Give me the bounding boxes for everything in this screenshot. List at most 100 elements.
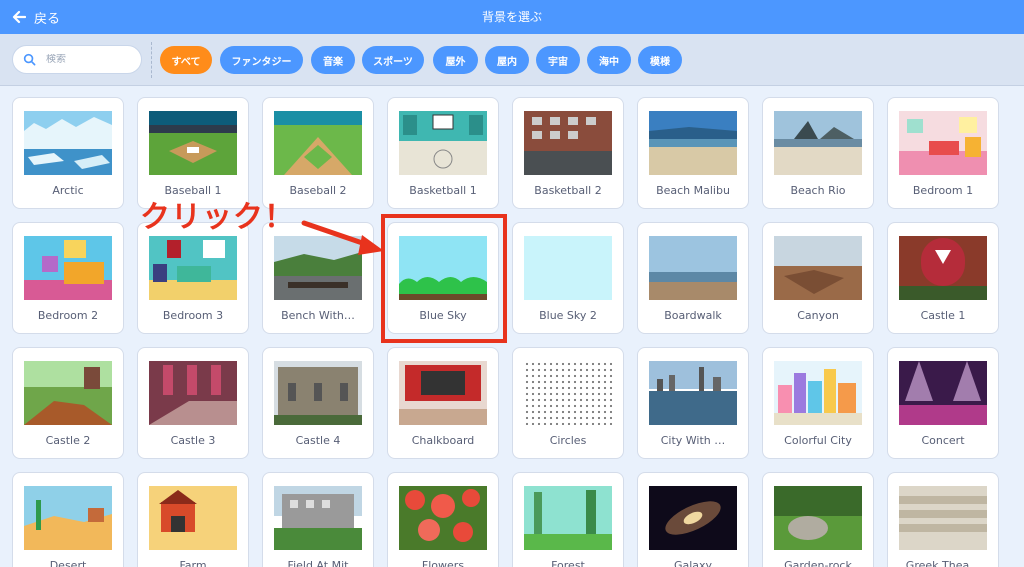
search-input[interactable] bbox=[46, 54, 136, 65]
backdrop-name: Canyon bbox=[797, 309, 839, 322]
backdrop-name: Bedroom 2 bbox=[37, 309, 99, 322]
backdrop-castle-1[interactable]: Castle 1 bbox=[887, 222, 999, 334]
backdrop-name: Circles bbox=[549, 434, 587, 447]
backdrop-name: Garden-rock bbox=[784, 559, 852, 567]
backdrop-circles[interactable]: Circles bbox=[512, 347, 624, 459]
backdrop-name: Castle 3 bbox=[170, 434, 216, 447]
tag-indoors[interactable]: 屋内 bbox=[485, 46, 529, 74]
backdrop-forest[interactable]: Forest bbox=[512, 472, 624, 567]
backdrop-canyon[interactable]: Canyon bbox=[762, 222, 874, 334]
backdrop-thumbnail bbox=[399, 236, 487, 300]
backdrop-name: Castle 2 bbox=[45, 434, 91, 447]
backdrop-name: Forest bbox=[551, 559, 585, 567]
backdrop-name: Field At Mit bbox=[287, 559, 349, 567]
backdrop-thumbnail bbox=[24, 236, 112, 300]
backdrop-name: Greek Thea… bbox=[905, 559, 981, 567]
page-title: 背景を選ぶ bbox=[481, 10, 542, 24]
backdrop-castle-4[interactable]: Castle 4 bbox=[262, 347, 374, 459]
backdrop-bedroom-2[interactable]: Bedroom 2 bbox=[12, 222, 124, 334]
backdrop-thumbnail bbox=[774, 111, 862, 175]
backdrop-thumbnail bbox=[149, 361, 237, 425]
backdrop-thumbnail bbox=[774, 361, 862, 425]
backdrop-name: Bedroom 1 bbox=[912, 184, 974, 197]
backdrop-name: Flowers bbox=[421, 559, 465, 567]
backdrop-name: Desert bbox=[49, 559, 87, 567]
backdrop-boardwalk[interactable]: Boardwalk bbox=[637, 222, 749, 334]
backdrop-thumbnail bbox=[274, 361, 362, 425]
click-annotation: クリック！ bbox=[140, 200, 295, 235]
backdrop-thumbnail bbox=[274, 486, 362, 550]
backdrop-thumbnail bbox=[24, 486, 112, 550]
backdrop-concert[interactable]: Concert bbox=[887, 347, 999, 459]
backdrop-flowers[interactable]: Flowers bbox=[387, 472, 499, 567]
backdrop-thumbnail bbox=[899, 236, 987, 300]
backdrop-thumbnail bbox=[524, 111, 612, 175]
tag-underwater[interactable]: 海中 bbox=[587, 46, 631, 74]
backdrop-thumbnail bbox=[524, 361, 612, 425]
backdrop-thumbnail bbox=[774, 486, 862, 550]
backdrop-thumbnail bbox=[274, 111, 362, 175]
backdrop-name: Bench With… bbox=[281, 309, 355, 322]
backdrop-thumbnail bbox=[649, 486, 737, 550]
backdrop-arctic[interactable]: Arctic bbox=[12, 97, 124, 209]
backdrop-thumbnail bbox=[899, 111, 987, 175]
backdrop-galaxy[interactable]: Galaxy bbox=[637, 472, 749, 567]
tag-all[interactable]: すべて bbox=[160, 46, 212, 74]
backdrop-name: Basketball 1 bbox=[409, 184, 477, 197]
backdrop-name: Castle 1 bbox=[920, 309, 966, 322]
tag-patterns[interactable]: 模様 bbox=[638, 46, 682, 74]
search-box[interactable] bbox=[12, 45, 142, 74]
tag-space[interactable]: 宇宙 bbox=[536, 46, 580, 74]
backdrop-field-at-mit[interactable]: Field At Mit bbox=[262, 472, 374, 567]
backdrop-thumbnail bbox=[899, 361, 987, 425]
backdrop-name: Farm bbox=[179, 559, 207, 567]
top-bar: 戻る 背景を選ぶ bbox=[0, 0, 1024, 34]
backdrop-colorful-city[interactable]: Colorful City bbox=[762, 347, 874, 459]
backdrop-thumbnail bbox=[149, 111, 237, 175]
backdrop-thumbnail bbox=[399, 486, 487, 550]
filter-divider bbox=[151, 42, 152, 78]
backdrop-name: Chalkboard bbox=[411, 434, 475, 447]
backdrop-blue-sky-2[interactable]: Blue Sky 2 bbox=[512, 222, 624, 334]
backdrop-name: Beach Rio bbox=[790, 184, 846, 197]
backdrop-thumbnail bbox=[24, 111, 112, 175]
backdrop-thumbnail bbox=[24, 361, 112, 425]
backdrop-thumbnail bbox=[649, 236, 737, 300]
backdrop-thumbnail bbox=[524, 236, 612, 300]
backdrop-thumbnail bbox=[524, 486, 612, 550]
backdrop-name: Castle 4 bbox=[295, 434, 341, 447]
backdrop-desert[interactable]: Desert bbox=[12, 472, 124, 567]
backdrop-name: Colorful City bbox=[784, 434, 852, 447]
backdrop-garden-rock[interactable]: Garden-rock bbox=[762, 472, 874, 567]
tag-outdoors[interactable]: 屋外 bbox=[433, 46, 478, 74]
filter-bar: すべて ファンタジー 音楽 スポーツ 屋外 屋内 宇宙 海中 模様 bbox=[0, 34, 1024, 86]
backdrop-greek-theater[interactable]: Greek Thea… bbox=[887, 472, 999, 567]
backdrop-castle-2[interactable]: Castle 2 bbox=[12, 347, 124, 459]
backdrop-name: Galaxy bbox=[673, 559, 713, 567]
backdrop-farm[interactable]: Farm bbox=[137, 472, 249, 567]
backdrop-castle-3[interactable]: Castle 3 bbox=[137, 347, 249, 459]
backdrop-thumbnail bbox=[899, 486, 987, 550]
backdrop-name: Bedroom 3 bbox=[162, 309, 224, 322]
backdrop-thumbnail bbox=[649, 361, 737, 425]
backdrop-blue-sky[interactable]: Blue Sky bbox=[387, 222, 499, 334]
backdrop-thumbnail bbox=[649, 111, 737, 175]
tag-sports[interactable]: スポーツ bbox=[362, 46, 424, 74]
backdrop-bedroom-3[interactable]: Bedroom 3 bbox=[137, 222, 249, 334]
tag-fantasy[interactable]: ファンタジー bbox=[220, 46, 303, 74]
tag-music[interactable]: 音楽 bbox=[311, 46, 355, 74]
backdrop-beach-malibu[interactable]: Beach Malibu bbox=[637, 97, 749, 209]
backdrop-bedroom-1[interactable]: Bedroom 1 bbox=[887, 97, 999, 209]
backdrop-name: Basketball 2 bbox=[534, 184, 602, 197]
backdrop-city-with-water[interactable]: City With … bbox=[637, 347, 749, 459]
backdrop-basketball-1[interactable]: Basketball 1 bbox=[387, 97, 499, 209]
backdrop-beach-rio[interactable]: Beach Rio bbox=[762, 97, 874, 209]
backdrop-chalkboard[interactable]: Chalkboard bbox=[387, 347, 499, 459]
backdrop-name: Concert bbox=[921, 434, 965, 447]
arrow-right-icon bbox=[301, 220, 384, 255]
search-icon bbox=[23, 53, 36, 66]
backdrop-name: Beach Malibu bbox=[656, 184, 730, 197]
backdrop-name: Blue Sky 2 bbox=[539, 309, 597, 322]
backdrop-basketball-2[interactable]: Basketball 2 bbox=[512, 97, 624, 209]
backdrop-name: Arctic bbox=[52, 184, 84, 197]
